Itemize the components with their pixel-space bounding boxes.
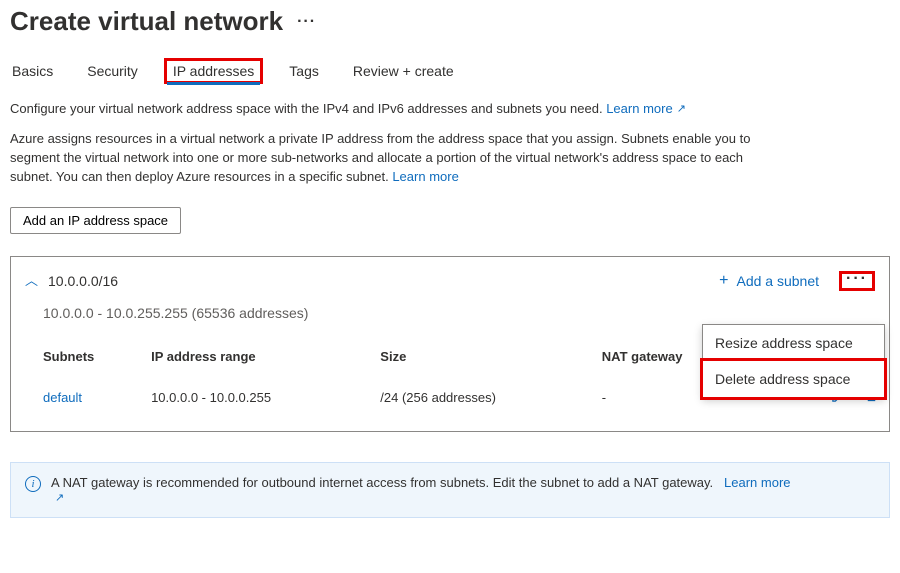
subnet-name-link[interactable]: default — [43, 390, 82, 405]
address-space-cidr: 10.0.0.0/16 — [48, 273, 118, 289]
info-learn-more-link[interactable]: Learn more — [720, 475, 790, 490]
learn-more-link-2[interactable]: Learn more — [392, 169, 458, 184]
external-link-icon: ↗ — [677, 102, 686, 115]
plus-icon: + — [719, 272, 728, 290]
info-bar: i A NAT gateway is recommended for outbo… — [10, 462, 890, 518]
tab-review-create[interactable]: Review + create — [351, 59, 456, 83]
page-title: Create virtual network — [10, 6, 283, 37]
intro-text-2: Azure assigns resources in a virtual net… — [10, 130, 770, 207]
subnet-size: /24 (256 addresses) — [380, 378, 602, 417]
learn-more-link-1[interactable]: Learn more↗ — [606, 101, 686, 116]
add-subnet-button[interactable]: + Add a subnet — [719, 272, 819, 290]
tab-ip-addresses[interactable]: IP addresses — [170, 59, 257, 83]
tab-bar: Basics Security IP addresses Tags Review… — [10, 55, 890, 97]
col-subnets: Subnets — [43, 341, 151, 378]
address-space-more-button[interactable]: ··· — [839, 271, 875, 291]
intro-text-1: Configure your virtual network address s… — [10, 97, 890, 130]
menu-delete-address-space[interactable]: Delete address space — [700, 358, 887, 400]
context-menu: Resize address space Delete address spac… — [702, 324, 885, 398]
tab-tags[interactable]: Tags — [287, 59, 321, 83]
col-ip-range: IP address range — [151, 341, 380, 378]
col-size: Size — [380, 341, 602, 378]
collapse-caret-icon[interactable]: ︿ — [25, 270, 38, 289]
highlight-box: IP addresses — [164, 58, 263, 84]
info-icon: i — [25, 476, 41, 492]
info-text: A NAT gateway is recommended for outboun… — [51, 475, 713, 490]
subnet-range: 10.0.0.0 - 10.0.0.255 — [151, 378, 380, 417]
menu-resize-address-space[interactable]: Resize address space — [703, 325, 884, 361]
add-address-space-button[interactable]: Add an IP address space — [10, 207, 181, 234]
external-link-icon: ↗ — [55, 491, 64, 504]
tab-basics[interactable]: Basics — [10, 59, 55, 83]
title-more-icon[interactable]: ··· — [297, 13, 316, 31]
tab-security[interactable]: Security — [85, 59, 140, 83]
